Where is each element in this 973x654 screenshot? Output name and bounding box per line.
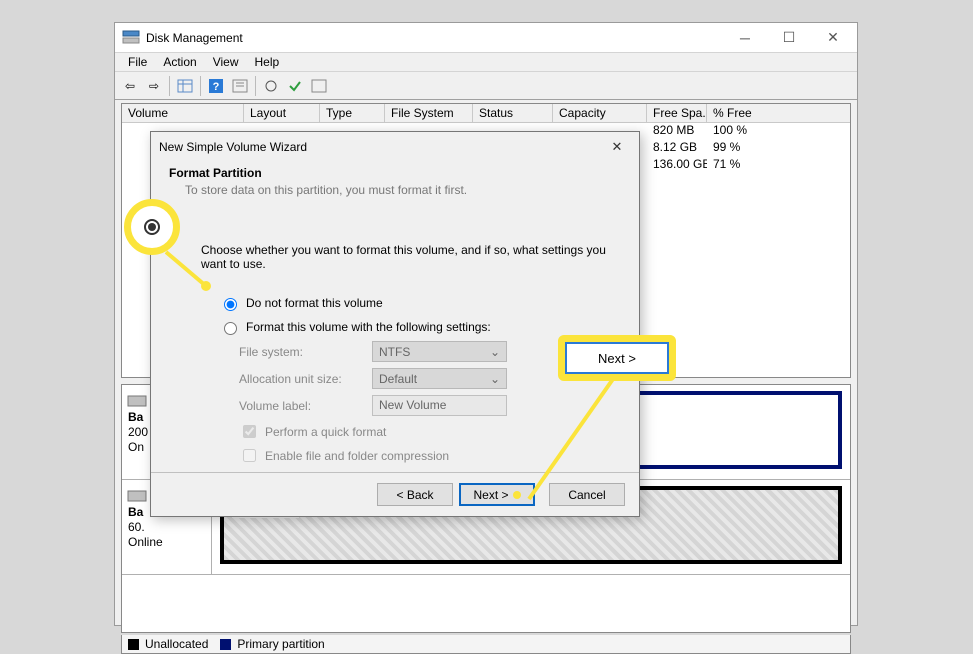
chevron-down-icon: ⌄: [490, 345, 500, 359]
radio-do-not-format-label: Do not format this volume: [246, 296, 383, 310]
wizard-title: New Simple Volume Wizard: [159, 140, 307, 154]
compression-checkbox: [243, 449, 256, 462]
help-icon[interactable]: ?: [205, 75, 227, 97]
col-status[interactable]: Status: [473, 104, 553, 122]
next-button[interactable]: Next >: [459, 483, 535, 506]
wizard-close-button[interactable]: ✕: [603, 134, 631, 160]
chevron-down-icon: ⌄: [490, 372, 500, 386]
filesystem-select: NTFS⌄: [372, 341, 507, 362]
menu-action[interactable]: Action: [156, 54, 203, 70]
legend: Unallocated Primary partition: [121, 635, 851, 654]
menu-view[interactable]: View: [206, 54, 246, 70]
callout-next-highlight: Next >: [558, 335, 676, 381]
toolbar: ⇦ ⇨ ?: [115, 72, 857, 100]
menu-help[interactable]: Help: [248, 54, 287, 70]
cancel-button[interactable]: Cancel: [549, 483, 625, 506]
radio-format-label: Format this volume with the following se…: [246, 320, 491, 334]
highlight-dot: [513, 491, 521, 499]
allocation-unit-label: Allocation unit size:: [239, 372, 372, 386]
back-icon[interactable]: ⇦: [119, 75, 141, 97]
volume-label-label: Volume label:: [239, 399, 372, 413]
volume-list-header: Volume Layout Type File System Status Ca…: [122, 104, 850, 123]
window-title: Disk Management: [146, 31, 243, 45]
close-button[interactable]: ✕: [811, 24, 855, 52]
col-volume[interactable]: Volume: [122, 104, 244, 122]
wizard-heading: Format Partition: [169, 166, 621, 180]
wizard-choose-text: Choose whether you want to format this v…: [201, 243, 621, 271]
wizard-subheading: To store data on this partition, you mus…: [185, 183, 621, 197]
titlebar: Disk Management ─ ☐ ✕: [115, 23, 857, 52]
legend-unallocated-swatch: [128, 639, 139, 650]
col-fs[interactable]: File System: [385, 104, 473, 122]
radio-format-with-settings[interactable]: [224, 322, 237, 335]
check-icon[interactable]: [284, 75, 306, 97]
app-icon: [123, 31, 139, 45]
col-type[interactable]: Type: [320, 104, 385, 122]
col-capacity[interactable]: Capacity: [553, 104, 647, 122]
col-layout[interactable]: Layout: [244, 104, 320, 122]
quick-format-label: Perform a quick format: [265, 425, 386, 439]
properties-icon[interactable]: [229, 75, 251, 97]
disk-icon: [128, 396, 146, 406]
col-pctfree[interactable]: % Free: [707, 104, 799, 122]
filesystem-label: File system:: [239, 345, 372, 359]
legend-primary-swatch: [220, 639, 231, 650]
menubar: File Action View Help: [115, 52, 857, 72]
volume-label-input: New Volume: [372, 395, 507, 416]
menu-file[interactable]: File: [121, 54, 154, 70]
disk-icon: [128, 491, 146, 501]
new-simple-volume-wizard: New Simple Volume Wizard ✕ Format Partit…: [150, 131, 640, 517]
callout-radio-highlight: [124, 199, 180, 255]
settings-icon[interactable]: [308, 75, 330, 97]
minimize-button[interactable]: ─: [723, 24, 767, 52]
col-free[interactable]: Free Spa...: [647, 104, 707, 122]
compression-label: Enable file and folder compression: [265, 449, 449, 463]
radio-do-not-format[interactable]: [224, 298, 237, 311]
forward-icon[interactable]: ⇨: [143, 75, 165, 97]
table-icon[interactable]: [174, 75, 196, 97]
allocation-unit-select: Default⌄: [372, 368, 507, 389]
back-button[interactable]: < Back: [377, 483, 453, 506]
svg-text:?: ?: [213, 81, 220, 93]
callout-next-label: Next >: [565, 342, 669, 374]
maximize-button[interactable]: ☐: [767, 24, 811, 52]
refresh-icon[interactable]: [260, 75, 282, 97]
quick-format-checkbox: [243, 425, 256, 438]
